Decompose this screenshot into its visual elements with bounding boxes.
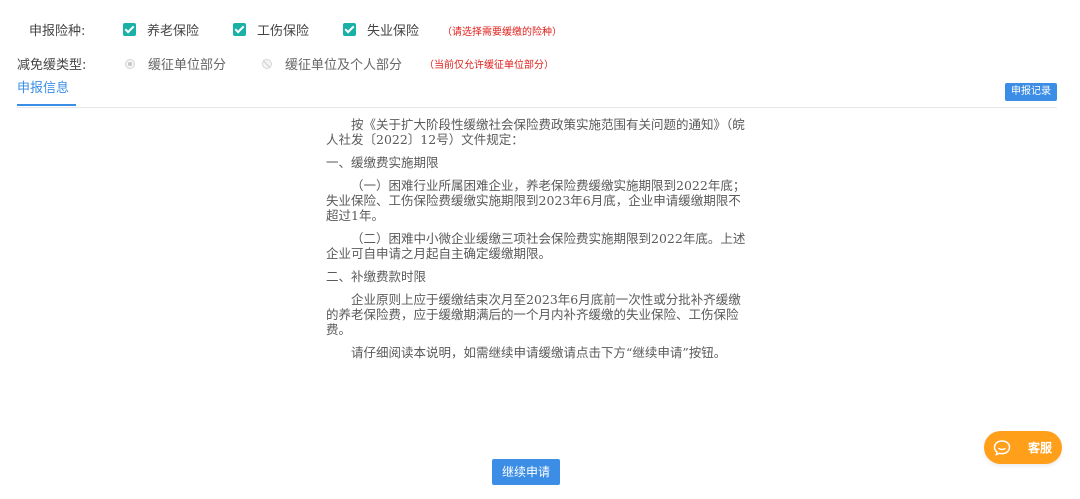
- radio-unit-portion-label: 缓征单位部分: [148, 58, 227, 73]
- radio-unit-and-personal[interactable]: 缓征单位及个人部分: [262, 54, 402, 73]
- declaration-record-button[interactable]: 申报记录: [1005, 83, 1057, 101]
- checkbox-checked-icon: [343, 23, 356, 36]
- notice-paragraph: 按《关于扩大阶段性缓缴社会保险费政策实施范围有关问题的通知》（皖人社发〔2022…: [326, 117, 745, 147]
- work-injury-insurance-label: 工伤保险: [257, 24, 310, 39]
- unemployment-insurance-label: 失业保险: [367, 24, 420, 39]
- notice-paragraph: （一）困难行业所属困难企业，养老保险费缓缴实施期限到2022年底；失业保险、工伤…: [326, 178, 746, 223]
- radio-selected-icon: [125, 58, 135, 69]
- customer-service-button[interactable]: 客服: [984, 431, 1062, 464]
- pension-insurance-checkbox[interactable]: 养老保险: [123, 20, 199, 39]
- radio-unit-portion[interactable]: 缓征单位部分: [125, 54, 226, 73]
- notice-paragraph: （二）困难中小微企业缓缴三项社会保险费实施期限到2022年底。上述企业可自申请之…: [326, 231, 746, 261]
- notice-heading: 二、补缴费款时限: [326, 269, 427, 284]
- notice-paragraph: 企业原则上应于缓缴结束次月至2023年6月底前一次性或分批补齐缓缴的养老保险费，…: [326, 292, 741, 337]
- tab-bar: 申报信息 申报记录: [17, 81, 1057, 108]
- radio-disabled-icon: [262, 58, 272, 69]
- relief-type-label: 减免缓类型:: [17, 58, 87, 73]
- notice-heading: 一、缓缴费实施期限: [326, 155, 439, 170]
- unemployment-insurance-checkbox[interactable]: 失业保险: [343, 20, 419, 39]
- checkbox-checked-icon: [123, 23, 136, 36]
- pension-insurance-label: 养老保险: [147, 24, 200, 39]
- relief-type-hint: （当前仅允许缓征单位部分）: [424, 60, 554, 71]
- continue-apply-button[interactable]: 继续申请: [492, 459, 560, 485]
- insurance-hint: （请选择需要缓缴的险种）: [442, 27, 562, 38]
- tab-declaration-info[interactable]: 申报信息: [17, 81, 76, 106]
- checkbox-checked-icon: [233, 23, 246, 36]
- policy-notice: 按《关于扩大阶段性缓缴社会保险费政策实施范围有关问题的通知》（皖人社发〔2022…: [326, 117, 749, 368]
- insurance-type-label: 申报险种:: [29, 24, 86, 39]
- page: 申报险种: 养老保险 工伤保险 失业保险 （请选择需要缓缴的险种） 减免缓类型:…: [0, 0, 1080, 499]
- radio-unit-and-personal-label: 缓征单位及个人部分: [285, 58, 403, 73]
- customer-service-label: 客服: [1028, 441, 1053, 455]
- work-injury-insurance-checkbox[interactable]: 工伤保险: [233, 20, 309, 39]
- notice-paragraph: 请仔细阅读本说明，如需继续申请缓缴请点击下方“继续申请”按钮。: [351, 345, 727, 360]
- chat-bubble-icon: [993, 439, 1011, 457]
